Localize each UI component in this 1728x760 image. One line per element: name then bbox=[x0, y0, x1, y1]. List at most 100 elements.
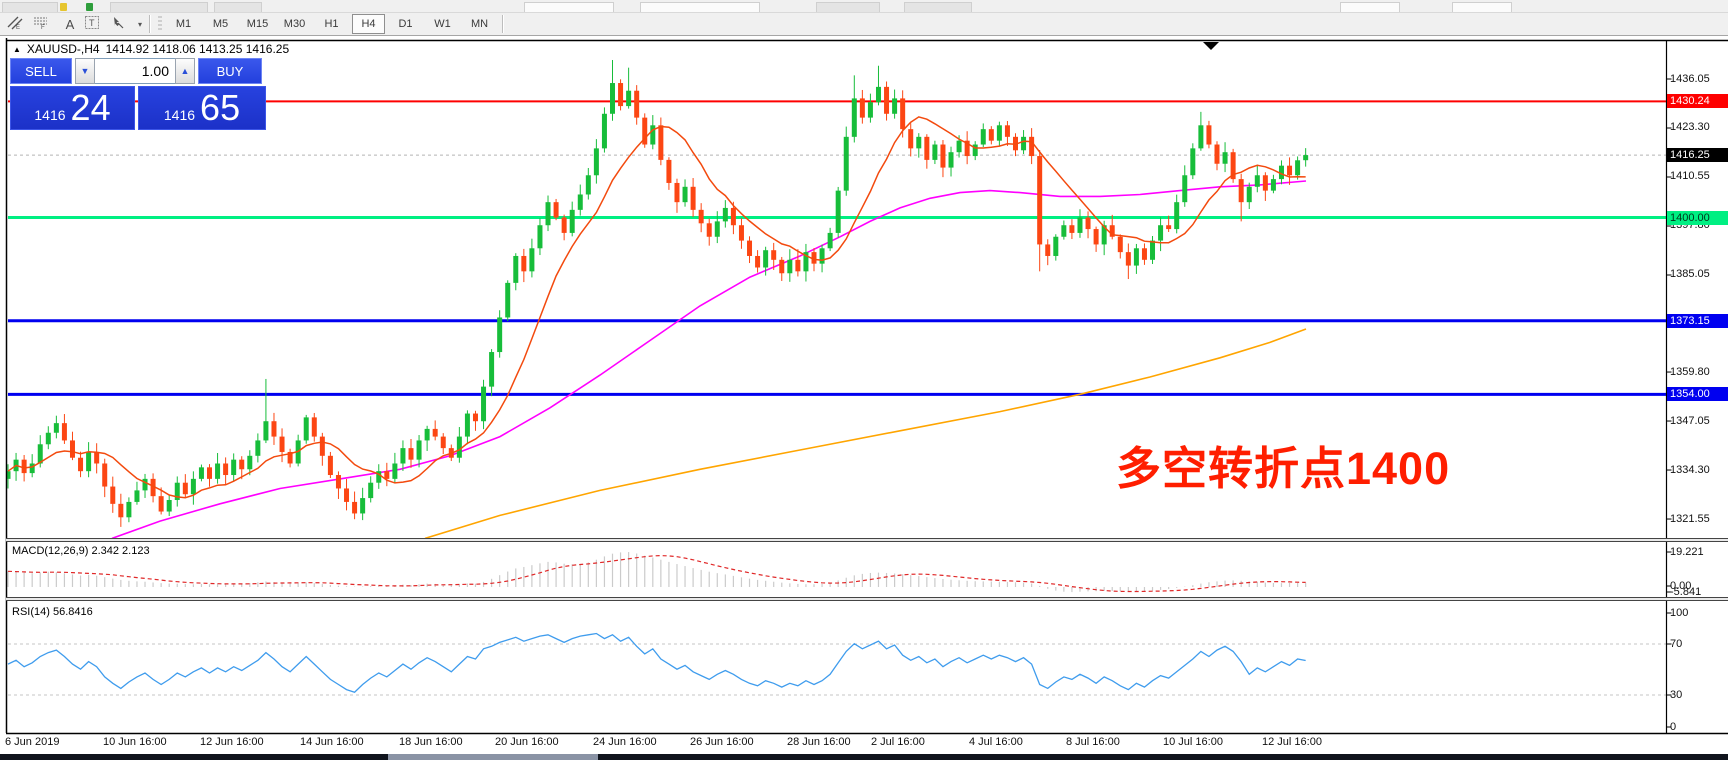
ohlc-values: 1414.92 1418.06 1413.25 1416.25 bbox=[106, 42, 290, 56]
candle-body bbox=[513, 256, 518, 283]
candle-body bbox=[699, 210, 704, 223]
candle-body bbox=[691, 187, 696, 210]
candle-body bbox=[820, 248, 825, 263]
candle-body bbox=[392, 463, 397, 478]
buy-price-big: 65 bbox=[200, 87, 240, 129]
buy-button[interactable]: BUY bbox=[198, 58, 262, 84]
label-tool-icon[interactable]: T bbox=[84, 15, 108, 34]
chart-shift-marker-icon[interactable] bbox=[1203, 42, 1219, 50]
candle-body bbox=[505, 283, 510, 318]
candle-body bbox=[78, 458, 83, 471]
candle-body bbox=[352, 502, 357, 514]
toolbar-input-fragment[interactable] bbox=[1452, 2, 1512, 12]
candle-body bbox=[1239, 179, 1244, 202]
candle-body bbox=[650, 125, 655, 144]
candle-body bbox=[239, 460, 244, 470]
volume-decrease-button[interactable]: ▼ bbox=[75, 58, 95, 84]
candle-body bbox=[707, 223, 712, 236]
candle-body bbox=[54, 423, 59, 433]
toolbar-input-fragment[interactable] bbox=[524, 2, 614, 12]
fibonacci-tool-icon[interactable]: F bbox=[32, 15, 56, 34]
mt4-terminal: E F A T ▾ M1M5M15M30H1H4 bbox=[0, 0, 1728, 760]
symbol-timeframe: XAUUSD-,H4 bbox=[27, 42, 100, 56]
candle-body bbox=[1182, 175, 1187, 202]
candle-body bbox=[22, 460, 27, 473]
candle-body bbox=[892, 98, 897, 113]
timeframe-button-h4[interactable]: H4 bbox=[352, 14, 385, 34]
timeframe-button-m5[interactable]: M5 bbox=[204, 14, 237, 34]
arrows-dropdown-icon[interactable]: ▾ bbox=[135, 20, 145, 29]
toolbar-fragment bbox=[2, 2, 58, 12]
rsi-pane[interactable] bbox=[8, 634, 1667, 696]
toolbar-drag-handle[interactable] bbox=[158, 16, 162, 32]
candle-body bbox=[739, 225, 744, 240]
candle-body bbox=[868, 102, 873, 117]
sell-price-small: 1416 bbox=[34, 95, 65, 135]
candle-body bbox=[384, 471, 389, 479]
candle-body bbox=[602, 114, 607, 149]
candle-body bbox=[1053, 237, 1058, 256]
macd-pane[interactable] bbox=[8, 552, 1306, 592]
candle-body bbox=[223, 463, 228, 475]
candle-body bbox=[1021, 137, 1026, 150]
moving-average-fast-line bbox=[8, 117, 1306, 498]
candle-body bbox=[1069, 225, 1074, 233]
candle-body bbox=[658, 125, 663, 160]
candle-body bbox=[199, 467, 204, 479]
candle-body bbox=[497, 317, 502, 352]
candle-body bbox=[844, 137, 849, 191]
candle-body bbox=[795, 260, 800, 272]
candle-body bbox=[183, 483, 188, 495]
candle-body bbox=[1005, 125, 1010, 137]
candle-body bbox=[570, 210, 575, 233]
svg-text:E: E bbox=[16, 25, 20, 30]
chart-toolbar: E F A T ▾ M1M5M15M30H1H4 bbox=[0, 13, 1728, 36]
text-tool-icon[interactable]: A bbox=[58, 15, 82, 34]
candle-body bbox=[618, 83, 623, 106]
timeframe-button-d1[interactable]: D1 bbox=[389, 14, 422, 34]
svg-text:F: F bbox=[41, 25, 45, 30]
buy-price-box[interactable]: 1416 65 bbox=[138, 86, 266, 130]
arrows-tool-icon[interactable] bbox=[110, 15, 134, 34]
candle-body bbox=[1086, 218, 1091, 230]
candle-body bbox=[626, 91, 631, 106]
toolbar-fragment bbox=[214, 2, 262, 12]
candle-body bbox=[683, 187, 688, 202]
candle-body bbox=[118, 504, 123, 517]
expand-icon[interactable]: ▲ bbox=[13, 45, 21, 54]
candle-body bbox=[328, 456, 333, 475]
candle-body bbox=[336, 475, 341, 488]
candle-body bbox=[215, 463, 220, 478]
candle-body bbox=[1077, 218, 1082, 233]
window-bottom-edge bbox=[0, 754, 1728, 760]
candle-body bbox=[562, 218, 567, 233]
autotrading-icon[interactable] bbox=[86, 3, 93, 11]
candle-body bbox=[521, 256, 526, 271]
channel-tool-icon[interactable]: E bbox=[6, 15, 30, 34]
timeframe-button-m30[interactable]: M30 bbox=[278, 14, 311, 34]
timeframe-button-h1[interactable]: H1 bbox=[315, 14, 348, 34]
one-click-trading-panel: SELL ▼ ▲ BUY 1416 24 1416 65 bbox=[10, 58, 268, 130]
candle-body bbox=[271, 421, 276, 436]
candle-body bbox=[1215, 145, 1220, 164]
timeframe-button-w1[interactable]: W1 bbox=[426, 14, 459, 34]
toolbar-input-fragment[interactable] bbox=[640, 2, 760, 12]
timeframe-button-m15[interactable]: M15 bbox=[241, 14, 274, 34]
toolbar-separator bbox=[149, 15, 151, 33]
volume-input[interactable] bbox=[95, 58, 175, 84]
sell-price-big: 24 bbox=[71, 87, 111, 129]
candle-body bbox=[1166, 225, 1171, 229]
timeframe-button-mn[interactable]: MN bbox=[463, 14, 496, 34]
sell-button[interactable]: SELL bbox=[10, 58, 72, 84]
new-order-icon[interactable] bbox=[60, 3, 67, 11]
scrollbar-thumb[interactable] bbox=[388, 754, 598, 760]
candle-body bbox=[957, 141, 962, 153]
candle-body bbox=[916, 137, 921, 149]
candle-body bbox=[763, 250, 768, 267]
candle-body bbox=[255, 440, 260, 455]
volume-increase-button[interactable]: ▲ bbox=[175, 58, 195, 84]
toolbar-fragment bbox=[110, 2, 208, 12]
sell-price-box[interactable]: 1416 24 bbox=[10, 86, 135, 130]
timeframe-button-m1[interactable]: M1 bbox=[167, 14, 200, 34]
toolbar-input-fragment[interactable] bbox=[1340, 2, 1400, 12]
